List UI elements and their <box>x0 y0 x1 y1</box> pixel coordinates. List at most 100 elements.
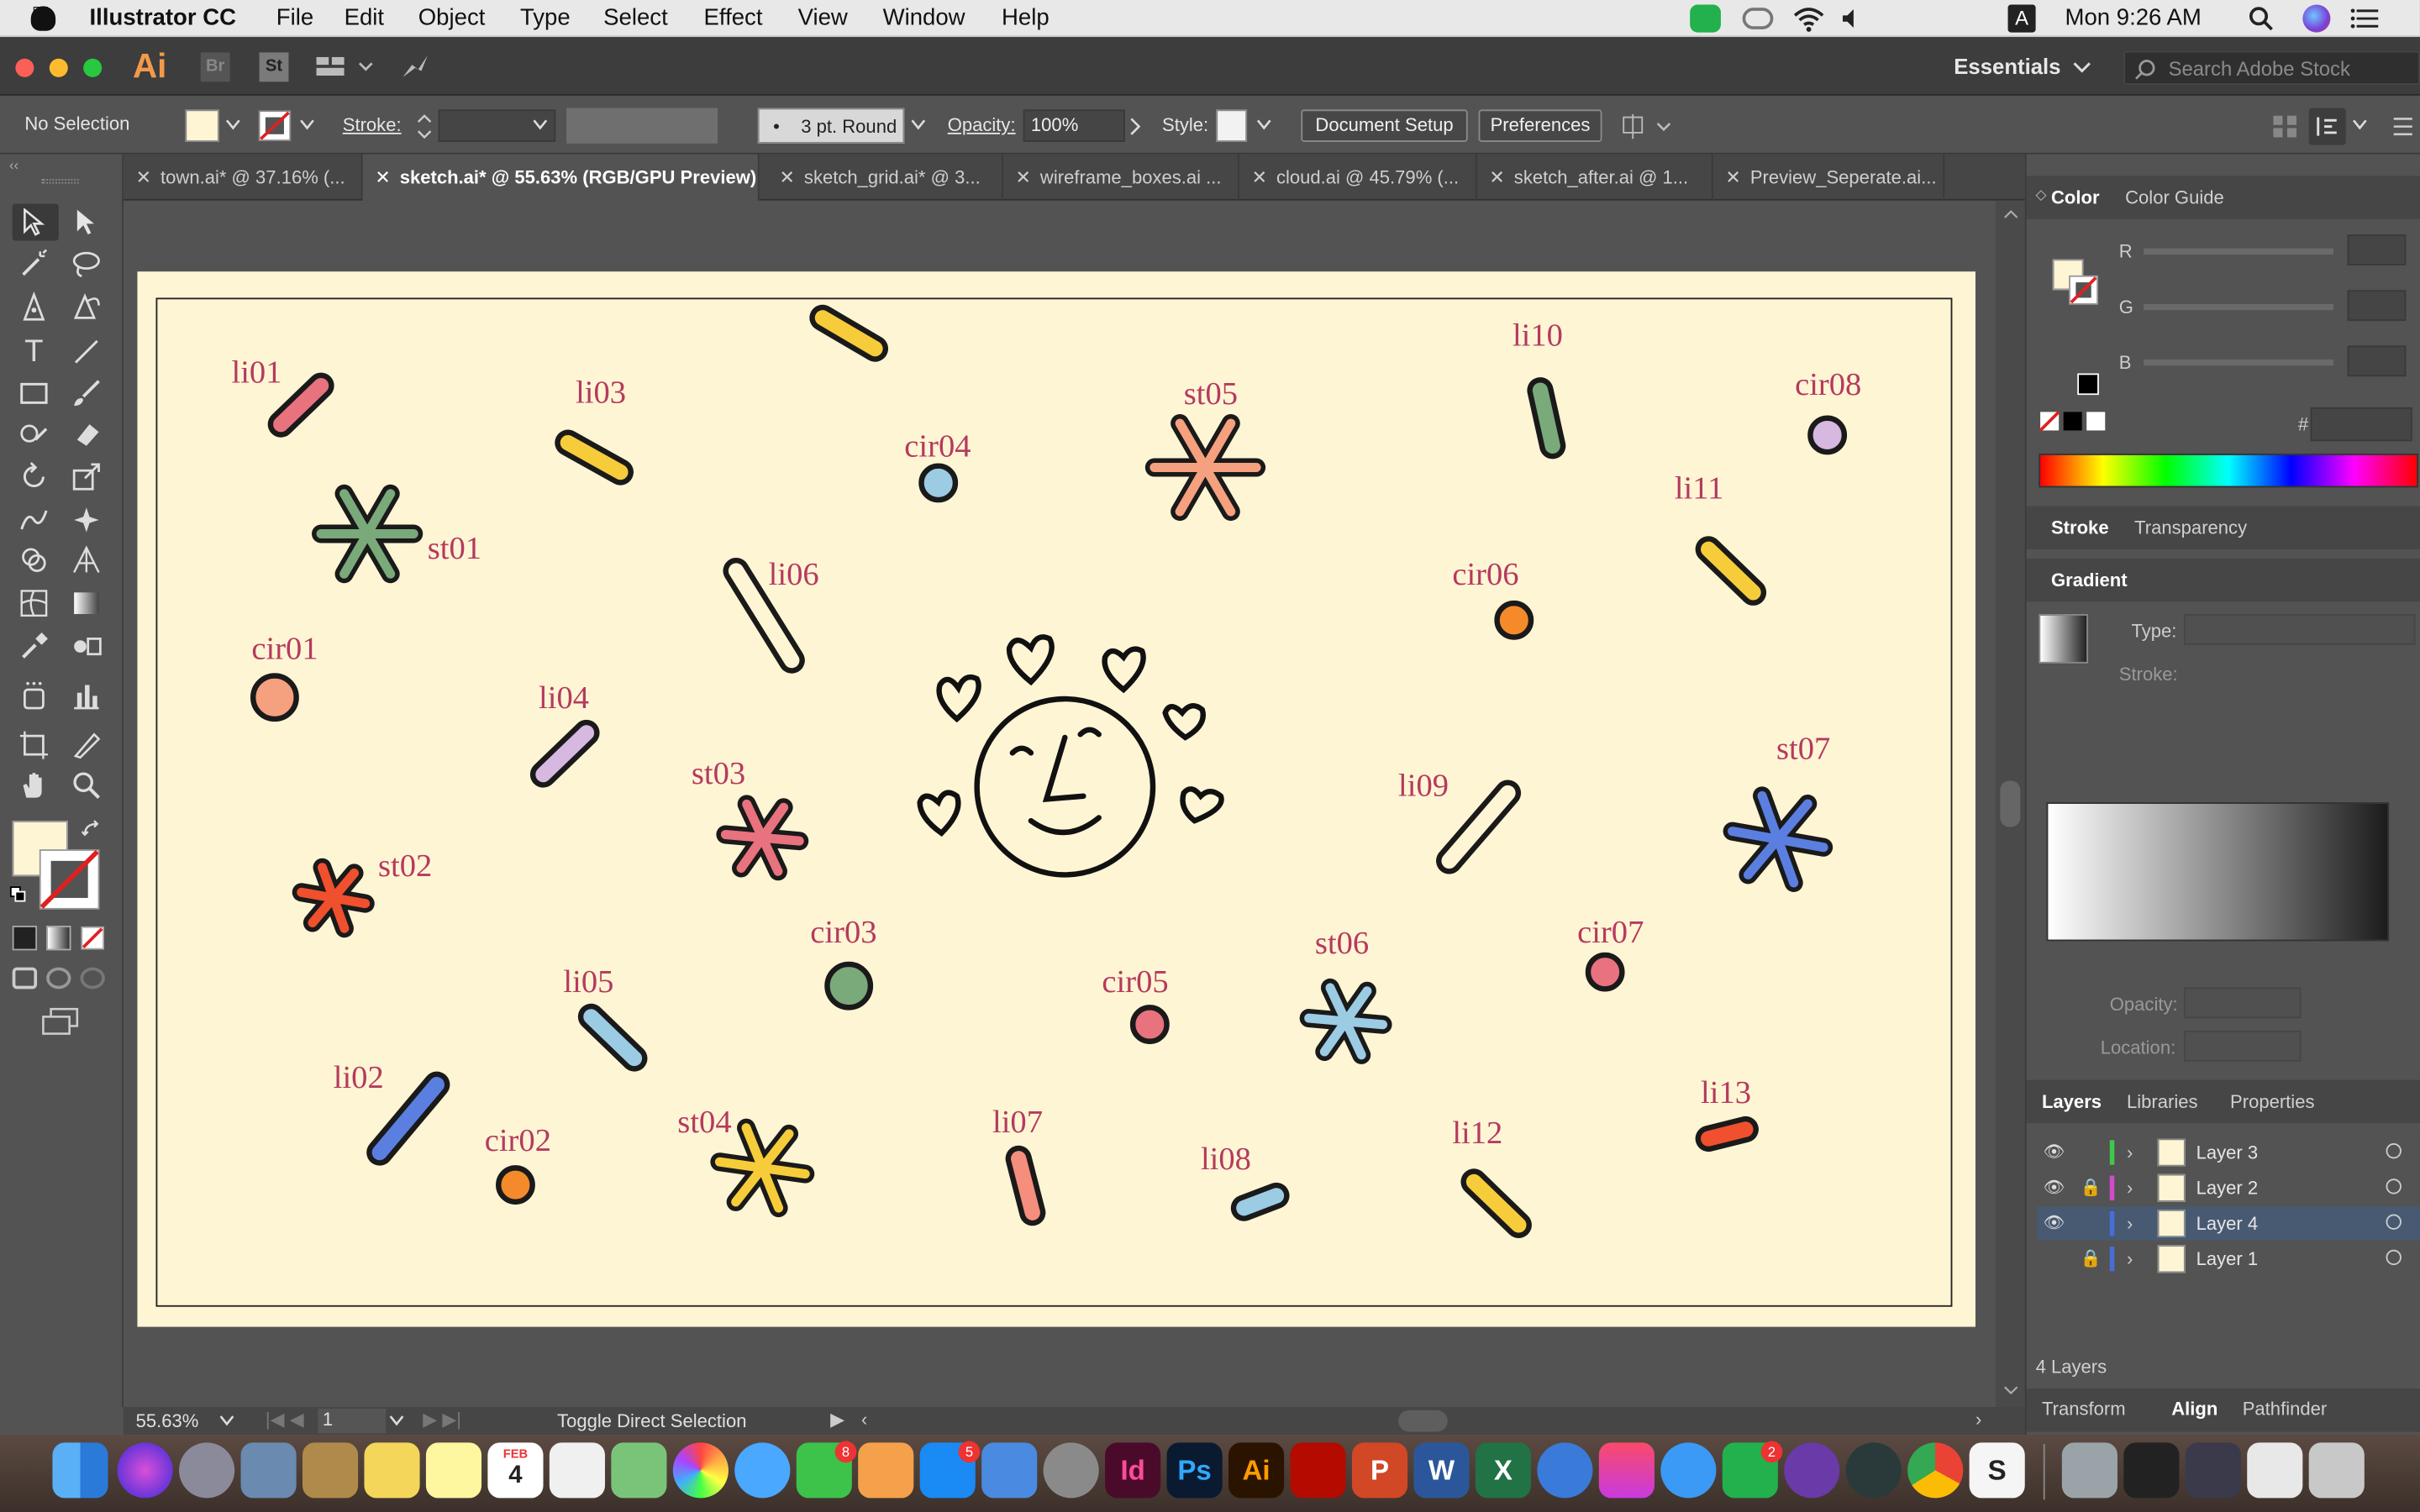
zoom-dropdown-icon[interactable] <box>219 1415 234 1427</box>
books-icon[interactable] <box>858 1442 914 1499</box>
music-icon[interactable] <box>1598 1442 1655 1499</box>
calendar-icon[interactable]: FEB 4 <box>487 1442 544 1499</box>
sketch-like-icon[interactable]: S <box>1969 1442 2025 1499</box>
tab-stroke[interactable]: Stroke <box>2051 517 2109 538</box>
gradient-thumbnail[interactable] <box>2039 614 2089 664</box>
color-spectrum[interactable] <box>2039 453 2419 488</box>
safari-icon[interactable] <box>1660 1442 1717 1499</box>
layer-name[interactable]: Layer 3 <box>2196 1136 2259 1169</box>
r-slider[interactable] <box>2144 248 2334 255</box>
notification-center-icon[interactable] <box>2350 8 2379 29</box>
indesign-icon[interactable]: Id <box>1105 1442 1161 1499</box>
photos-icon[interactable] <box>672 1442 729 1499</box>
scroll-left-icon[interactable]: ‹ <box>861 1409 867 1431</box>
gradient-type-select[interactable] <box>2183 614 2416 645</box>
illustrator-dock-icon[interactable]: Ai <box>1228 1442 1285 1499</box>
stickies-icon[interactable] <box>364 1442 420 1499</box>
g-value-field[interactable] <box>2347 290 2407 322</box>
siri-dock-icon[interactable] <box>117 1442 173 1499</box>
spotlight-icon[interactable] <box>2249 6 2273 31</box>
visibility-eye-icon[interactable]: 👁 <box>2044 1136 2065 1169</box>
word-icon[interactable]: W <box>1413 1442 1470 1499</box>
launchpad-icon[interactable] <box>179 1442 235 1499</box>
color-stroke-box[interactable] <box>2068 275 2099 306</box>
folder-icon[interactable] <box>302 1442 359 1499</box>
hex-value-field[interactable] <box>2310 407 2412 442</box>
keynote-icon[interactable] <box>981 1442 1038 1499</box>
chrome-icon[interactable] <box>1907 1442 1964 1499</box>
artboard-number[interactable]: 1 <box>318 1408 387 1434</box>
tab-color[interactable]: Color <box>2051 186 2100 208</box>
network-utility-icon[interactable] <box>1537 1442 1593 1499</box>
layer-row[interactable]: 🔒 › Layer 1 <box>2037 1242 2420 1276</box>
preview-icon[interactable] <box>240 1442 297 1499</box>
gradient-location-field[interactable] <box>2183 1030 2302 1062</box>
acrobat-icon[interactable] <box>1290 1442 1346 1499</box>
github-icon[interactable] <box>1784 1442 1840 1499</box>
black-swatch[interactable] <box>2077 373 2099 396</box>
reminders-icon[interactable] <box>549 1442 605 1499</box>
layer-row[interactable]: 👁 › Layer 4 <box>2037 1206 2420 1241</box>
b-value-field[interactable] <box>2347 345 2407 377</box>
gradient-preview[interactable] <box>2046 802 2390 942</box>
gradient-opacity-field[interactable] <box>2183 987 2302 1019</box>
layer-name[interactable]: Layer 1 <box>2196 1242 2259 1276</box>
lock-icon[interactable]: 🔒 <box>2081 1171 2102 1205</box>
quick-swatches[interactable] <box>2039 411 2109 433</box>
layer-target-icon[interactable] <box>2386 1179 2402 1194</box>
layer-row[interactable]: 👁 › Layer 3 <box>2037 1135 2420 1170</box>
messages-icon[interactable] <box>734 1442 791 1499</box>
g-slider[interactable] <box>2144 303 2334 311</box>
layer-target-icon[interactable] <box>2386 1249 2402 1266</box>
expand-layer-icon[interactable]: › <box>2127 1206 2133 1240</box>
menubar-clock[interactable]: Mon 9:26 AM <box>2065 5 2202 31</box>
b-slider[interactable] <box>2144 359 2334 366</box>
first-artboard-icon[interactable]: |◀ ◀ <box>266 1409 304 1431</box>
notes-icon[interactable] <box>425 1442 482 1499</box>
image-stack-icon[interactable] <box>2061 1442 2118 1499</box>
r-value-field[interactable] <box>2347 234 2407 265</box>
tab-gradient[interactable]: Gradient <box>2051 570 2128 591</box>
expand-layer-icon[interactable]: › <box>2127 1171 2133 1205</box>
transform-dropdown-icon[interactable] <box>2352 118 2367 131</box>
tab-transform[interactable]: Transform <box>2042 1398 2126 1420</box>
photoshop-icon[interactable]: Ps <box>1166 1442 1223 1499</box>
arrange-panel-icon[interactable] <box>2272 114 2300 139</box>
tab-align[interactable]: Align <box>2171 1398 2217 1420</box>
documents-stack-icon[interactable] <box>2247 1442 2303 1499</box>
tab-libraries[interactable]: Libraries <box>2127 1091 2198 1113</box>
layer-name[interactable]: Layer 2 <box>2196 1171 2259 1205</box>
system-preferences-icon[interactable] <box>1043 1442 1099 1499</box>
lock-icon[interactable]: 🔒 <box>2081 1242 2102 1276</box>
tab-properties[interactable]: Properties <box>2230 1091 2314 1113</box>
excel-icon[interactable]: X <box>1475 1442 1532 1499</box>
artboard-dropdown-icon[interactable] <box>389 1415 404 1427</box>
chevron-down-icon[interactable] <box>2073 61 2091 74</box>
layer-target-icon[interactable] <box>2386 1214 2402 1230</box>
stock-search-box[interactable]: Search Adobe Stock <box>2123 50 2420 86</box>
siri-icon[interactable] <box>2302 4 2331 33</box>
horizontal-scroll-thumb[interactable] <box>1398 1410 1448 1432</box>
status-menu-arrow-icon[interactable]: ▶ <box>830 1409 844 1431</box>
layer-target-icon[interactable] <box>2386 1142 2402 1159</box>
tab-transparency[interactable]: Transparency <box>2134 517 2247 538</box>
visibility-eye-icon[interactable]: 👁 <box>2044 1206 2065 1240</box>
finder-icon[interactable] <box>52 1442 108 1499</box>
tab-color-guide[interactable]: Color Guide <box>2125 186 2224 208</box>
window-stack-icon[interactable] <box>2185 1442 2241 1499</box>
maps-icon[interactable] <box>611 1442 667 1499</box>
powerpoint-icon[interactable]: P <box>1351 1442 1408 1499</box>
screenshot-stack-icon[interactable] <box>2123 1442 2180 1499</box>
layer-row[interactable]: 👁 🔒 › Layer 2 <box>2037 1171 2420 1205</box>
trash-icon[interactable] <box>2308 1442 2365 1499</box>
collapse-color-icon[interactable]: ◇ <box>2036 186 2047 203</box>
panel-menu-icon[interactable] <box>2391 114 2415 139</box>
visibility-eye-icon[interactable]: 👁 <box>2044 1171 2065 1205</box>
expand-layer-icon[interactable]: › <box>2127 1136 2133 1169</box>
layer-name[interactable]: Layer 4 <box>2196 1206 2259 1240</box>
last-artboard-icon[interactable]: ▶ ▶| <box>423 1409 461 1431</box>
tab-pathfinder[interactable]: Pathfinder <box>2243 1398 2327 1420</box>
atom-icon[interactable] <box>1845 1442 1902 1499</box>
scroll-right-icon[interactable]: › <box>1975 1409 1981 1431</box>
tab-layers[interactable]: Layers <box>2042 1091 2102 1113</box>
